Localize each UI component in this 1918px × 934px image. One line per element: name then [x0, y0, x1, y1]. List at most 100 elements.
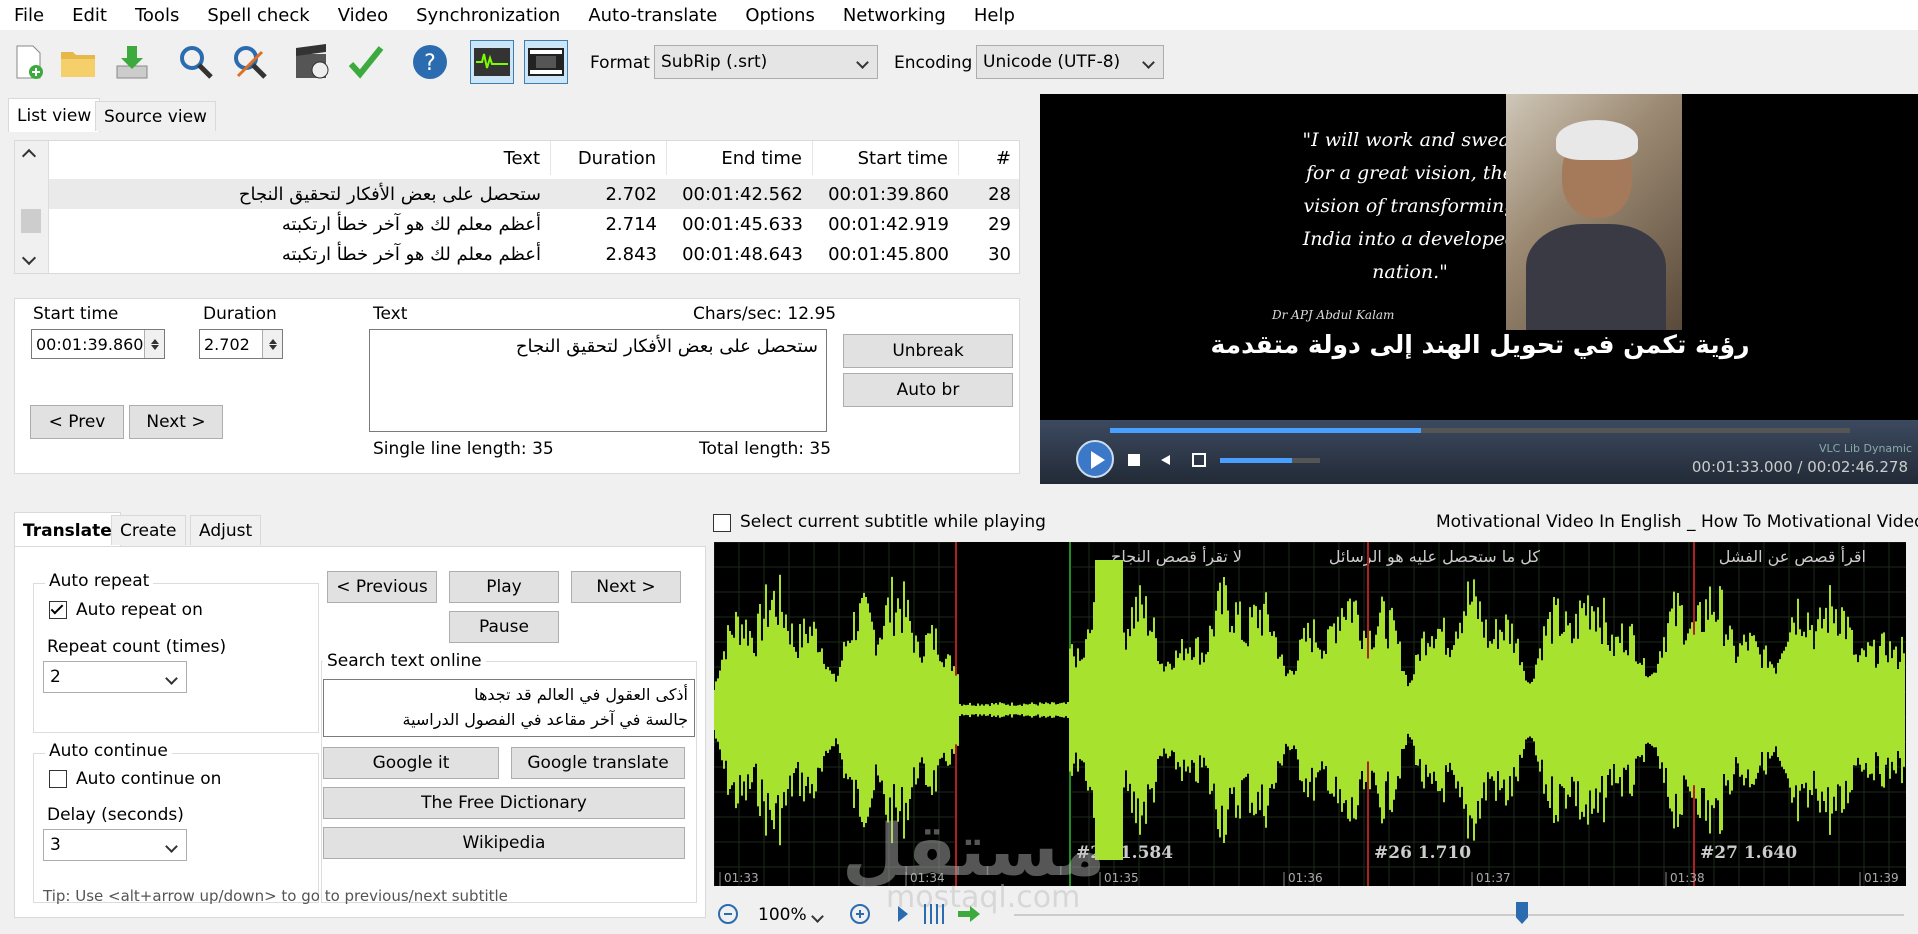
menu-networking[interactable]: Networking [829, 5, 960, 26]
subtitle-text-area[interactable]: ستحصل على بعض الأفكار لتحقيق النجاح [369, 329, 827, 432]
scroll-thumb[interactable] [21, 209, 41, 233]
play-button[interactable]: Play [449, 571, 559, 603]
header-text[interactable]: Text [49, 141, 551, 175]
waveform-position-slider[interactable] [1014, 914, 1904, 916]
single-line-length: Single line length: 35 [373, 439, 554, 459]
download-icon[interactable] [110, 40, 154, 84]
waveform-toggle-icon[interactable] [470, 40, 514, 84]
encoding-label: Encoding [894, 53, 973, 73]
waveform-slider-thumb[interactable] [1516, 902, 1528, 924]
quote-line: India into a developed [1302, 228, 1518, 250]
cell-end: 00:01:48.643 [682, 243, 803, 265]
video-quote: "I will work and sweat for a great vision… [1280, 124, 1540, 289]
next-button[interactable]: Next > [129, 405, 223, 439]
tab-adjust[interactable]: Adjust [190, 515, 262, 545]
menu-help[interactable]: Help [960, 5, 1029, 26]
tab-list-view[interactable]: List view [8, 98, 101, 132]
text-label: Text [373, 304, 408, 324]
video-time: 00:01:33.000 / 00:02:46.278 [1691, 458, 1908, 476]
tab-source-view[interactable]: Source view [95, 101, 216, 131]
header-number[interactable]: # [959, 141, 1019, 175]
next-subtitle-button[interactable]: Next > [571, 571, 681, 603]
time-tick-label: 01:35 [1104, 871, 1139, 885]
segment-text: لا تقرأ قصص النجاح [1111, 546, 1242, 567]
open-folder-icon[interactable] [56, 40, 100, 84]
waveform-grid-icon[interactable] [924, 904, 948, 924]
move-forward-icon[interactable] [958, 906, 988, 922]
free-dictionary-button[interactable]: The Free Dictionary [323, 787, 685, 819]
quote-line: nation." [1372, 261, 1448, 283]
chars-per-sec: Chars/sec: 12.95 [693, 304, 837, 324]
new-file-icon[interactable] [6, 40, 50, 84]
previous-button[interactable]: < Previous [327, 571, 437, 603]
menu-spell-check[interactable]: Spell check [193, 5, 323, 26]
header-end-time[interactable]: End time [667, 141, 813, 175]
unbreak-button[interactable]: Unbreak [843, 334, 1013, 368]
table-row[interactable]: أعظم معلم لك هو آخر خطأ ارتكبته 2.843 00:0… [49, 239, 1019, 269]
menu-file[interactable]: File [0, 5, 58, 26]
table-row[interactable]: أعظم معلم لك هو آخر خطأ ارتكبته 2.714 00:0… [49, 209, 1019, 239]
prev-button[interactable]: < Prev [30, 405, 124, 439]
cell-end: 00:01:45.633 [682, 213, 803, 235]
menu-options[interactable]: Options [731, 5, 828, 26]
spell-check-icon[interactable] [344, 40, 388, 84]
play-icon[interactable] [1076, 440, 1114, 478]
zoom-in-icon[interactable] [850, 904, 870, 924]
menu-synchronization[interactable]: Synchronization [402, 5, 574, 26]
wikipedia-button[interactable]: Wikipedia [323, 827, 685, 859]
table-row[interactable]: ستحصل على بعض الأفكار لتحقيق النجاح 2.702… [49, 179, 1019, 209]
translate-panel: Auto repeat Auto repeat on Repeat count … [14, 546, 706, 918]
auto-repeat-checkbox[interactable] [49, 601, 67, 619]
auto-continue-title: Auto continue [45, 741, 172, 761]
auto-continue-on-label: Auto continue on [76, 769, 222, 789]
search-text-area[interactable]: أذكى العقول في العالم قد تجدها جالسة في آ… [323, 679, 695, 737]
play-selection-icon[interactable] [898, 906, 916, 922]
duration-label: Duration [203, 304, 277, 324]
auto-br-button[interactable]: Auto br [843, 373, 1013, 407]
google-translate-button[interactable]: Google translate [511, 747, 685, 779]
select-while-playing-checkbox[interactable] [713, 514, 731, 532]
zoom-select[interactable]: 100% [752, 900, 832, 930]
waveform-toolbar: 100% [714, 898, 1906, 934]
volume-icon[interactable] [1156, 451, 1176, 469]
menu-edit[interactable]: Edit [58, 5, 121, 26]
pause-button[interactable]: Pause [449, 611, 559, 643]
format-select[interactable]: SubRip (.srt) [654, 45, 878, 79]
select-while-playing-label: Select current subtitle while playing [740, 512, 1046, 532]
delay-select[interactable]: 3 [43, 829, 187, 861]
fullscreen-icon[interactable] [1192, 453, 1206, 467]
time-tick-label: 01:38 [1670, 871, 1705, 885]
video-toggle-icon[interactable] [524, 40, 568, 84]
encoding-select[interactable]: Unicode (UTF-8) [976, 45, 1164, 79]
help-icon[interactable]: ? [408, 40, 452, 84]
start-time-input[interactable]: 00:01:39.860 [31, 329, 165, 359]
menu-video[interactable]: Video [324, 5, 402, 26]
header-duration[interactable]: Duration [551, 141, 667, 175]
google-it-button[interactable]: Google it [323, 747, 499, 779]
auto-continue-checkbox[interactable] [49, 770, 67, 788]
tab-create[interactable]: Create [111, 515, 186, 545]
video-player[interactable]: "I will work and sweat for a great vision… [1040, 94, 1918, 484]
menu-auto-translate[interactable]: Auto-translate [574, 5, 731, 26]
video-seek-bar[interactable] [1110, 428, 1850, 433]
header-start-time[interactable]: Start time [813, 141, 959, 175]
scroll-down-icon[interactable] [21, 250, 37, 266]
tab-translate[interactable]: Translate [14, 512, 121, 548]
stop-icon[interactable] [1128, 454, 1140, 466]
replace-icon[interactable] [228, 40, 272, 84]
duration-input[interactable]: 2.702 [199, 329, 283, 359]
menu-tools[interactable]: Tools [121, 5, 193, 26]
svg-text:?: ? [424, 51, 436, 76]
time-tick-label: 01:36 [1288, 871, 1323, 885]
cell-text: أعظم معلم لك هو آخر خطأ ارتكبته [281, 243, 541, 265]
volume-slider[interactable] [1220, 458, 1320, 463]
cell-num: 30 [988, 243, 1011, 265]
zoom-out-icon[interactable] [718, 904, 738, 924]
segment-text: اقرأ قصص عن الفشل [1719, 546, 1866, 567]
scroll-up-icon[interactable] [21, 148, 37, 164]
tip-text: Tip: Use <alt+arrow up/down> to go to pr… [43, 887, 508, 905]
visual-sync-icon[interactable] [290, 40, 334, 84]
repeat-count-select[interactable]: 2 [43, 661, 187, 693]
grid-scrollbar[interactable] [15, 141, 49, 273]
find-icon[interactable] [174, 40, 218, 84]
